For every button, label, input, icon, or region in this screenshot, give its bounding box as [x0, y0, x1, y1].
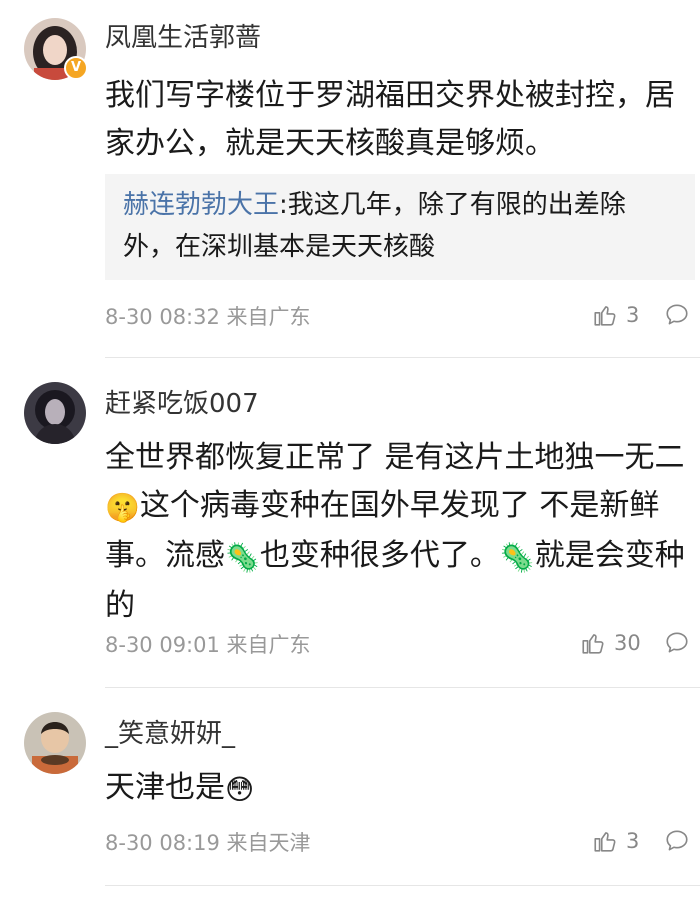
username[interactable]: _笑意妍妍_ [105, 718, 235, 750]
flushed-face-emoji-icon: 😳 [225, 773, 255, 806]
like-button[interactable]: 3 [592, 828, 639, 854]
comment-bubble-icon [666, 830, 688, 851]
comment-text-part: 天津也是 [105, 770, 225, 805]
avatar[interactable] [24, 712, 86, 774]
reply-button[interactable] [664, 828, 690, 854]
avatar-image [24, 712, 86, 774]
like-count: 3 [626, 829, 640, 853]
comment-item: _笑意妍妍_ 天津也是😳 8-30 08:19 来自天津 3 [0, 0, 700, 902]
comment-meta: 8-30 08:19 来自天津 [105, 828, 311, 858]
thumbs-up-icon [594, 832, 616, 852]
divider [105, 885, 700, 886]
location: 来自天津 [226, 831, 311, 855]
timestamp: 8-30 08:19 [105, 831, 220, 855]
comment-text: 天津也是😳 [105, 764, 695, 814]
